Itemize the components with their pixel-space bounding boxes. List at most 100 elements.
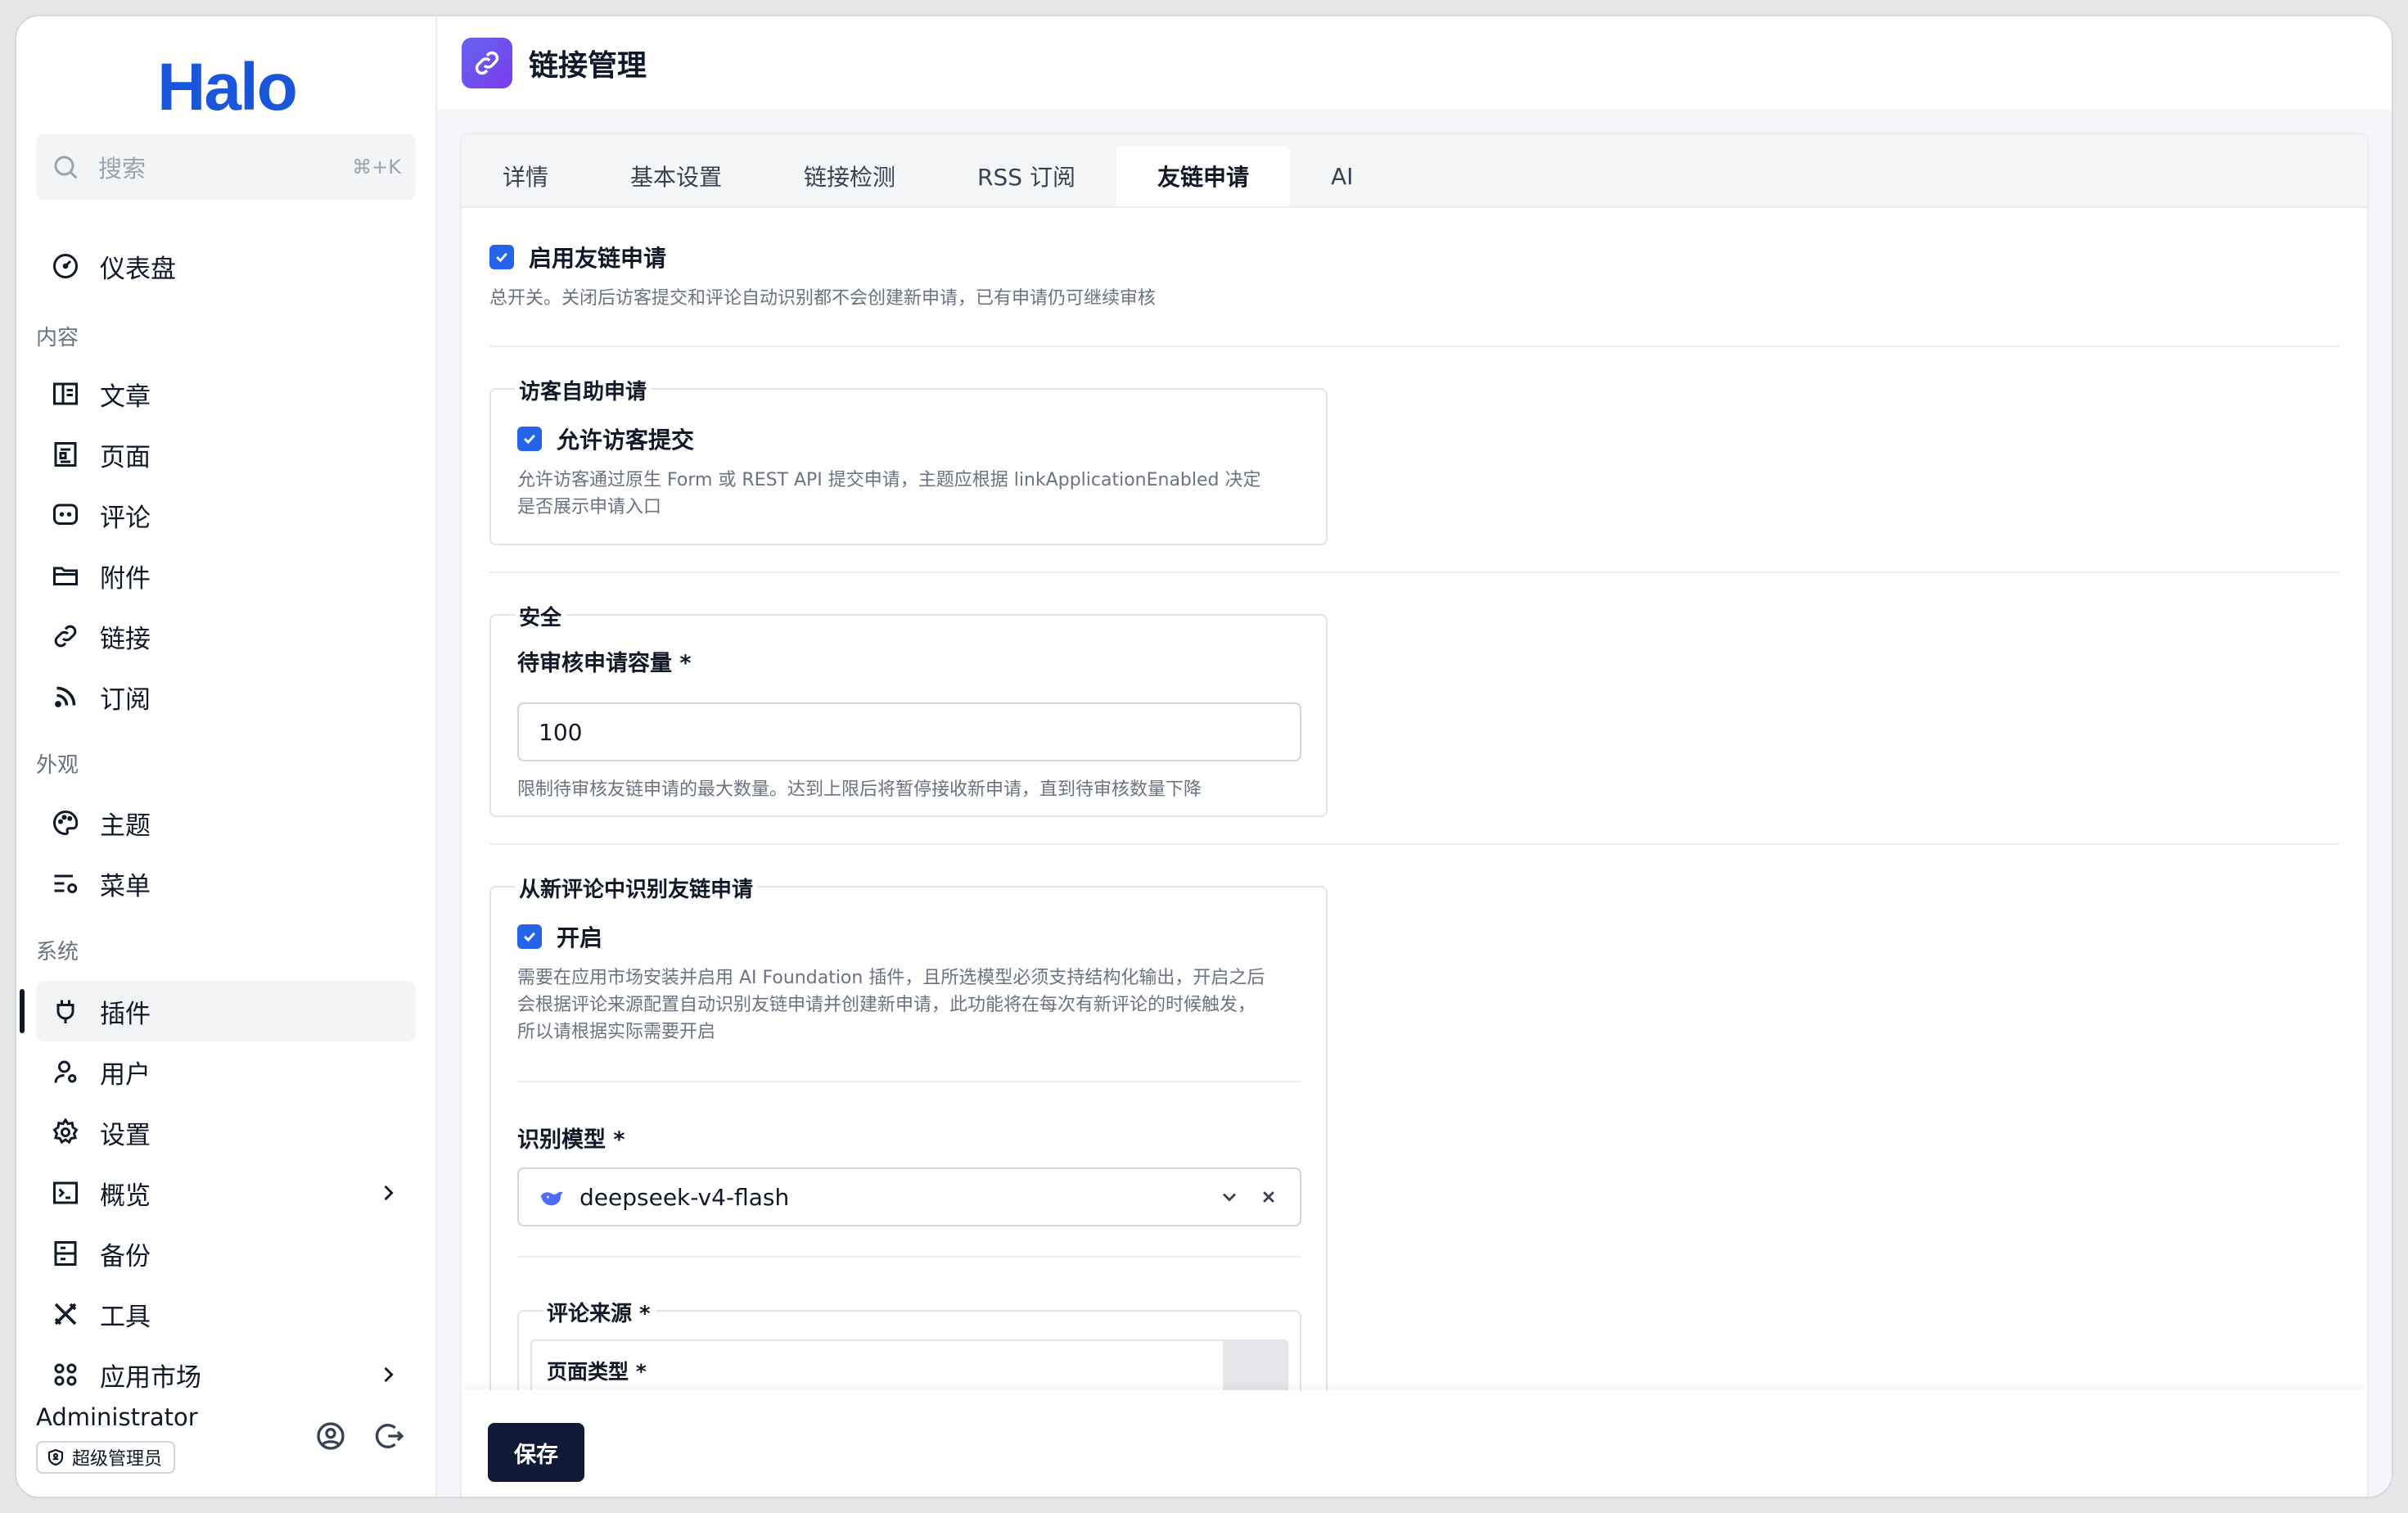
divider <box>517 1256 1301 1258</box>
checkbox-checked[interactable] <box>489 245 514 269</box>
sidebar-item-dashboard[interactable]: 仪表盘 <box>36 236 416 296</box>
sidebar-item-label: 仪表盘 <box>100 254 176 284</box>
tab-link-check[interactable]: 链接检测 <box>763 146 936 206</box>
sidebar-item-menus[interactable]: 菜单 <box>36 853 416 914</box>
deepseek-icon <box>540 1191 563 1206</box>
tab-ai[interactable]: AI <box>1290 146 1394 206</box>
link-icon <box>54 625 77 648</box>
menu-settings-icon <box>54 874 78 893</box>
folder-icon <box>53 567 78 585</box>
tab-link-application[interactable]: 友链申请 <box>1116 146 1290 206</box>
sidebar: Halo 搜索 ⌘+K 仪表盘 内容 文章 页面 评论 附件 链接 订阅 外观 … <box>16 16 437 1497</box>
chevron-down-icon[interactable] <box>1218 1186 1241 1208</box>
user-icon <box>54 1060 77 1083</box>
sidebar-item-app-market[interactable]: 应用市场 <box>36 1344 416 1405</box>
capacity-input[interactable]: 100 <box>517 702 1301 761</box>
capacity-value: 100 <box>539 718 583 746</box>
sidebar-item-pages[interactable]: 页面 <box>36 424 416 485</box>
settings-card: 详情 基本设置 链接检测 RSS 订阅 友链申请 AI 启用友链申请 总开关。关… <box>462 134 2367 1497</box>
sidebar-item-label: 应用市场 <box>100 1362 201 1393</box>
model-label: 识别模型 * <box>517 1127 625 1153</box>
model-value: deepseek-v4-flash <box>579 1183 790 1211</box>
fieldset-legend: 从新评论中识别友链申请 <box>516 873 759 903</box>
palette-icon <box>53 810 79 836</box>
profile-icon[interactable] <box>314 1420 347 1452</box>
sidebar-item-comments[interactable]: 评论 <box>36 485 416 545</box>
save-button[interactable]: 保存 <box>488 1423 584 1482</box>
sidebar-item-tools[interactable]: 工具 <box>36 1284 416 1344</box>
plug-icon <box>56 1000 74 1023</box>
divider <box>489 843 2339 845</box>
enable-help: 总开关。关闭后访客提交和评论自动识别都不会创建新申请，已有申请仍可继续审核 <box>489 288 1157 309</box>
chevron-right-icon <box>384 1366 394 1383</box>
gear-icon <box>52 1118 79 1145</box>
allow-visitor-checkbox[interactable]: 允许访客提交 <box>517 422 694 455</box>
sidebar-item-label: 主题 <box>100 811 151 841</box>
sidebar-item-label: 备份 <box>100 1241 151 1271</box>
sidebar-item-themes[interactable]: 主题 <box>36 793 416 853</box>
main-area: 链接管理 详情 基本设置 链接检测 RSS 订阅 友链申请 AI 启用友链申请 <box>437 16 2392 1497</box>
visitor-fieldset: 访客自助申请 允许访客提交 允许访客通过原生 Form 或 REST API 提… <box>489 375 1328 545</box>
clear-icon[interactable] <box>1257 1186 1280 1208</box>
sidebar-item-label: 附件 <box>100 563 151 594</box>
sidebar-item-plugins[interactable]: 插件 <box>36 981 416 1041</box>
checkbox-checked[interactable] <box>517 924 542 949</box>
chevron-right-icon <box>384 1185 394 1201</box>
sidebar-item-attachments[interactable]: 附件 <box>36 545 416 606</box>
sidebar-item-label: 插件 <box>100 999 151 1029</box>
sidebar-item-subscriptions[interactable]: 订阅 <box>36 666 416 727</box>
sidebar-item-label: 评论 <box>100 503 151 533</box>
nav-group-content: 内容 <box>36 326 79 350</box>
checkbox-label: 开启 <box>557 924 603 951</box>
nav-group-appearance: 外观 <box>36 753 79 778</box>
sidebar-item-backup[interactable]: 备份 <box>36 1223 416 1284</box>
sidebar-item-label: 文章 <box>100 382 151 412</box>
tab-details[interactable]: 详情 <box>462 146 589 206</box>
visitor-help-line1: 允许访客通过原生 Form 或 REST API 提交申请，主题应根据 link… <box>517 470 1261 490</box>
tab-rss[interactable]: RSS 订阅 <box>936 146 1116 206</box>
sidebar-item-overview[interactable]: 概览 <box>36 1163 416 1223</box>
form-content: 启用友链申请 总开关。关闭后访客提交和评论自动识别都不会创建新申请，已有申请仍可… <box>462 208 2367 1497</box>
app-window: Halo 搜索 ⌘+K 仪表盘 内容 文章 页面 评论 附件 链接 订阅 外观 … <box>16 16 2392 1497</box>
enable-application-checkbox[interactable]: 启用友链申请 <box>489 241 666 273</box>
search-placeholder: 搜索 <box>98 155 147 183</box>
form-footer: 保存 <box>462 1390 2367 1497</box>
capacity-label: 待审核申请容量 * <box>517 651 692 676</box>
fieldset-legend: 评论来源 * <box>543 1297 656 1327</box>
fieldset-legend: 访客自助申请 <box>516 375 652 405</box>
model-select[interactable]: deepseek-v4-flash <box>517 1167 1301 1226</box>
tools-icon <box>54 1303 77 1326</box>
sidebar-item-links[interactable]: 链接 <box>36 606 416 666</box>
sidebar-item-settings[interactable]: 设置 <box>36 1102 416 1163</box>
apps-icon <box>54 1363 77 1386</box>
comment-icon <box>53 504 78 525</box>
page-title: 链接管理 <box>529 49 647 83</box>
checkbox-label: 允许访客提交 <box>557 427 695 454</box>
halo-logo[interactable]: Halo <box>16 49 437 126</box>
role-badge: 超级管理员 <box>36 1441 176 1474</box>
visitor-help-line2: 是否展示申请入口 <box>517 497 662 517</box>
search-icon <box>54 156 78 179</box>
capacity-help: 限制待审核友链申请的最大数量。达到上限后将暂停接收新申请，直到待审核数量下降 <box>517 779 1202 800</box>
dashboard-icon <box>53 254 78 278</box>
sidebar-item-label: 链接 <box>100 624 151 654</box>
search-box[interactable]: 搜索 ⌘+K <box>36 134 416 200</box>
nav-group-system: 系统 <box>36 940 79 964</box>
sidebar-item-label: 订阅 <box>100 684 151 715</box>
page-icon <box>54 442 77 467</box>
sidebar-item-label: 菜单 <box>100 871 151 901</box>
tab-basic-settings[interactable]: 基本设置 <box>589 146 763 206</box>
security-fieldset: 安全 待审核申请容量 * 100 限制待审核友链申请的最大数量。达到上限后将暂停… <box>489 601 1328 817</box>
sidebar-item-users[interactable]: 用户 <box>36 1041 416 1102</box>
sidebar-item-label: 概览 <box>100 1181 151 1211</box>
logout-icon[interactable] <box>373 1420 406 1452</box>
sidebar-item-label: 用户 <box>100 1059 151 1090</box>
divider <box>489 571 2339 573</box>
fieldset-legend: 安全 <box>516 601 567 631</box>
comment-help-line1: 需要在应用市场安装并启用 AI Foundation 插件，且所选模型必须支持结… <box>517 968 1265 988</box>
sidebar-item-posts[interactable]: 文章 <box>36 364 416 424</box>
divider <box>489 346 2339 347</box>
comment-detect-checkbox[interactable]: 开启 <box>517 920 602 953</box>
search-shortcut: ⌘+K <box>352 156 401 178</box>
checkbox-checked[interactable] <box>517 427 542 451</box>
